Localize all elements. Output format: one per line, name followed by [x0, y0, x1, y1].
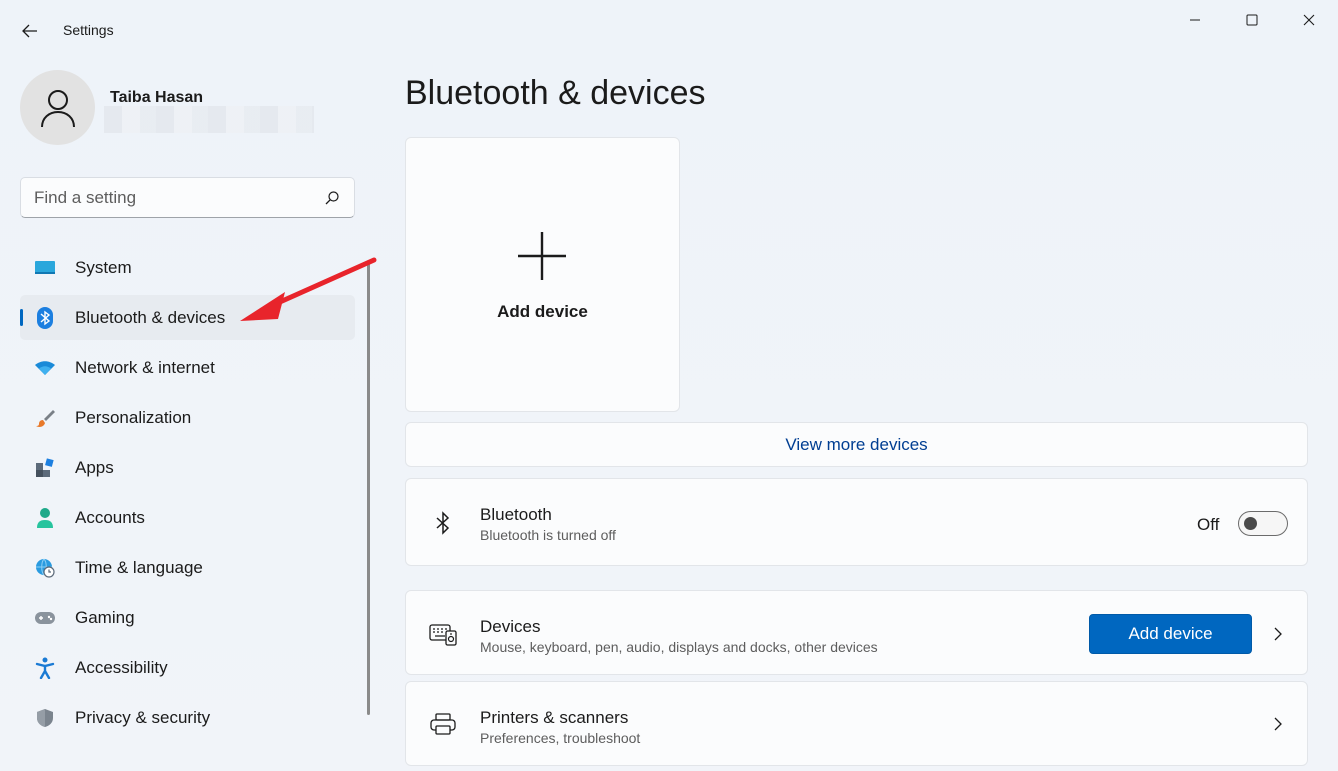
sidebar-item-label: Gaming — [75, 607, 135, 627]
sidebar-item-system[interactable]: System — [20, 245, 355, 290]
sidebar-item-label: Personalization — [75, 407, 192, 427]
bluetooth-subtitle: Bluetooth is turned off — [480, 527, 616, 543]
devices-title: Devices — [480, 617, 541, 636]
close-icon — [1303, 14, 1315, 26]
sidebar-item-label: System — [75, 257, 132, 277]
printers-title: Printers & scanners — [480, 708, 629, 727]
brush-icon — [34, 407, 56, 429]
sidebar-item-accounts[interactable]: Accounts — [20, 495, 355, 540]
user-name: Taiba Hasan — [110, 89, 204, 106]
add-device-tile[interactable]: Add device — [405, 137, 680, 412]
bluetooth-toggle[interactable] — [1238, 511, 1288, 536]
sidebar-item-bluetooth-devices[interactable]: Bluetooth & devices — [20, 295, 355, 340]
bluetooth-icon — [428, 508, 458, 538]
devices-subtitle: Mouse, keyboard, pen, audio, displays an… — [480, 639, 878, 655]
app-title: Settings — [63, 22, 114, 38]
sidebar-item-label: Network & internet — [75, 357, 215, 377]
sidebar-item-gaming[interactable]: Gaming — [20, 595, 355, 640]
minimize-icon — [1190, 19, 1200, 21]
sidebar-scrollbar[interactable] — [367, 260, 370, 715]
devices-row[interactable]: Devices Mouse, keyboard, pen, audio, dis… — [405, 590, 1308, 675]
printer-icon — [428, 709, 458, 739]
sidebar-item-label: Accessibility — [75, 657, 168, 677]
bluetooth-toggle-state: Off — [1197, 515, 1220, 534]
sidebar-item-accessibility[interactable]: Accessibility — [20, 645, 355, 690]
search-box[interactable] — [20, 177, 355, 218]
toggle-knob — [1244, 517, 1257, 530]
sidebar-item-label: Bluetooth & devices — [75, 307, 226, 327]
bluetooth-icon — [34, 306, 56, 329]
user-email-redacted — [104, 106, 314, 133]
sidebar-item-label: Privacy & security — [75, 707, 211, 727]
view-more-devices-label: View more devices — [785, 434, 928, 454]
chevron-right-icon[interactable] — [1272, 626, 1284, 642]
printers-scanners-row[interactable]: Printers & scanners Preferences, trouble… — [405, 681, 1308, 766]
maximize-button[interactable] — [1229, 6, 1275, 34]
search-input[interactable] — [34, 188, 314, 208]
search-icon[interactable] — [324, 190, 340, 206]
plus-icon — [518, 232, 566, 280]
sidebar-item-personalization[interactable]: Personalization — [20, 395, 355, 440]
close-button[interactable] — [1286, 6, 1332, 34]
sidebar-item-privacy-security[interactable]: Privacy & security — [20, 695, 355, 740]
active-indicator — [20, 309, 23, 326]
keyboard-speaker-icon — [428, 619, 458, 649]
sidebar-item-time-language[interactable]: Time & language — [20, 545, 355, 590]
user-icon — [40, 89, 75, 127]
sidebar-item-label: Accounts — [75, 507, 145, 527]
printers-subtitle: Preferences, troubleshoot — [480, 730, 641, 746]
sidebar-item-label: Apps — [75, 457, 114, 477]
add-device-tile-label: Add device — [497, 302, 588, 321]
bluetooth-title: Bluetooth — [480, 505, 552, 524]
back-button[interactable] — [14, 18, 46, 44]
sidebar-item-network-internet[interactable]: Network & internet — [20, 345, 355, 390]
sidebar-item-label: Time & language — [75, 557, 203, 577]
accessibility-icon — [34, 657, 56, 679]
page-title: Bluetooth & devices — [405, 74, 706, 112]
accounts-icon — [34, 507, 56, 529]
minimize-button[interactable] — [1172, 6, 1218, 34]
back-arrow-icon — [22, 24, 37, 38]
system-icon — [34, 257, 56, 279]
chevron-right-icon[interactable] — [1272, 716, 1284, 732]
sidebar-item-apps[interactable]: Apps — [20, 445, 355, 490]
gamepad-icon — [34, 607, 56, 629]
title-bar: Settings — [0, 0, 1338, 60]
maximize-icon — [1246, 14, 1258, 26]
wifi-icon — [34, 357, 56, 379]
view-more-devices-button[interactable]: View more devices — [405, 422, 1308, 467]
globe-clock-icon — [34, 557, 56, 579]
shield-icon — [34, 707, 56, 729]
sidebar-nav: System Bluetooth & devices Network & int… — [20, 245, 355, 745]
bluetooth-row[interactable]: Bluetooth Bluetooth is turned off Off — [405, 478, 1308, 566]
apps-icon — [34, 457, 56, 479]
add-device-button[interactable]: Add device — [1089, 614, 1252, 654]
avatar[interactable] — [20, 70, 95, 145]
